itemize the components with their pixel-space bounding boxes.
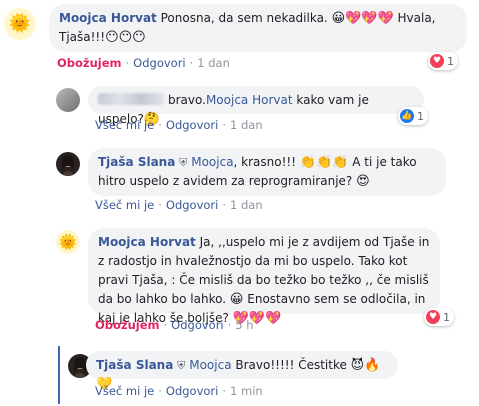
mention-link[interactable]: Moojca [191,155,233,169]
comment-bubble: Tjaša Slana ⛨ Moojca, krasno!!! 👏👏👏 A ti… [88,148,446,196]
new-reply-indicator [58,346,60,404]
comment-text: , krasno!!! [233,155,300,169]
reply-button[interactable]: Odgovori [171,318,223,332]
love-button[interactable]: Obožujem [57,56,122,70]
emoji: 😀💖💖💖 [331,11,394,26]
reply-button[interactable]: Odgovori [133,56,185,70]
blurred-avatar[interactable] [56,88,80,112]
reply-button[interactable]: Odgovori [166,384,218,398]
reaction-count: 1 [417,109,424,123]
comment-actions: Všeč mi je · Odgovori · 1 dan [95,198,263,212]
emoji: 👏👏👏 [299,155,349,170]
comment-actions: Všeč mi je · Odgovori · 1 dan [95,118,263,132]
mention-link[interactable]: Moojca Horvat [206,93,293,107]
comment-bubble: Moojca Horvat Ja, ,,uspelo mi je z avdij… [88,228,440,326]
love-button[interactable]: Obožujem [95,318,160,332]
comment-author[interactable]: Moojca Horvat [98,235,196,249]
comment-actions: Obožujem · Odgovori · 5 h [95,318,254,332]
reaction-count: 1 [447,54,454,68]
comment-text: Ponosna, da sem nekadilka. [156,11,332,25]
timestamp[interactable]: 1 min [230,384,263,398]
timestamp[interactable]: 5 h [235,318,253,332]
emoji: 😀 [229,292,244,307]
reaction-badge[interactable]: ♥ 1 [424,308,454,326]
like-button[interactable]: Všeč mi je [95,384,154,398]
heart-icon: ♥ [426,310,440,324]
reaction-badge[interactable]: ♥ 1 [428,52,458,70]
mention-link[interactable]: Moojca [189,358,231,372]
shield-icon: ⛨ [177,359,186,372]
reply-button[interactable]: Odgovori [166,118,218,132]
like-icon: 👍 [400,109,414,123]
comment-author[interactable]: Tjaša Slana [98,155,175,169]
like-button[interactable]: Všeč mi je [95,198,154,212]
timestamp[interactable]: 1 dan [230,198,263,212]
comment-text: Bravo!!!!! Čestitke [231,358,351,372]
comment-text: bravo. [168,93,206,107]
person-icon [61,155,75,176]
sun-icon[interactable]: 🌞 [4,8,36,40]
comment-author[interactable]: Tjaša Slana [96,358,173,372]
sun-icon[interactable]: 🌞 [56,230,80,254]
blurred-author[interactable] [98,93,164,105]
reply-button[interactable]: Odgovori [166,198,218,212]
timestamp[interactable]: 1 dan [197,56,230,70]
comment-bubble: bravo.Moojca Horvat kako vam je uspelo?🤔 [88,86,424,127]
comment-author[interactable]: Moojca Horvat [59,11,157,25]
comment-actions: Všeč mi je · Odgovori · 1 min [95,384,263,398]
profile-photo[interactable] [56,152,80,176]
emoji: 😶😶😶 [105,30,146,45]
shield-icon: ⛨ [179,156,188,169]
comment-bubble: Moojca Horvat Ponosna, da sem nekadilka.… [49,4,467,52]
reaction-count: 1 [443,310,450,324]
comment-actions: Obožujem · Odgovori · 1 dan [57,56,230,70]
like-button[interactable]: Všeč mi je [95,118,154,132]
emoji: 😍 [356,174,370,189]
timestamp[interactable]: 1 dan [230,118,263,132]
heart-icon: ♥ [430,54,444,68]
reaction-badge[interactable]: 👍 1 [398,107,428,125]
comment-bubble: Tjaša Slana ⛨ Moojca Bravo!!!!! Čestitke… [86,351,398,392]
